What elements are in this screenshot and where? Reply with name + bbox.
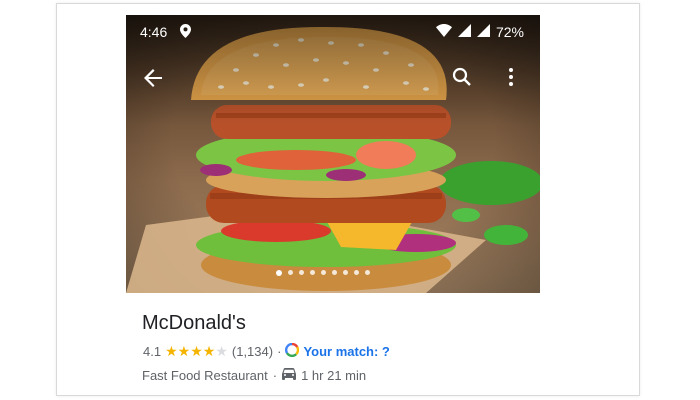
more-vert-icon[interactable] [508,67,514,92]
battery-text: 72% [495,24,524,40]
wifi-icon [435,24,452,40]
cellular-signal-icon [476,24,490,40]
rating-stars: ★★★★★ [165,343,228,360]
google-match-icon [285,342,300,360]
place-photo[interactable]: 4:46 72% [126,15,540,293]
car-icon [282,368,297,383]
star-icon: ★ [165,343,178,359]
drive-time: 1 hr 21 min [301,368,367,383]
rating-row[interactable]: 4.1 ★★★★★ (1,134) · Your match: ? [143,342,390,360]
separator: · [277,344,282,359]
cellular-signal-icon [457,24,471,40]
carousel-dot[interactable] [332,270,337,275]
carousel-dot[interactable] [343,270,348,275]
star-icon: ★ [177,343,191,359]
carousel-dot[interactable] [276,270,282,276]
carousel-dot[interactable] [299,270,304,275]
carousel-indicator [276,270,396,278]
carousel-dot[interactable] [354,270,359,275]
place-category: Fast Food Restaurant [142,368,268,383]
star-icon: ★ [215,343,228,359]
location-pin-icon [180,24,191,41]
star-icon: ★ [202,343,216,359]
your-match-link[interactable]: Your match: ? [303,344,389,359]
place-name: McDonald's [142,312,246,334]
carousel-dot[interactable] [288,270,293,275]
search-icon[interactable] [452,67,472,92]
separator: · [272,368,278,383]
carousel-dot[interactable] [365,270,370,275]
carousel-dot[interactable] [321,270,326,275]
carousel-dot[interactable] [310,270,315,275]
rating-value: 4.1 [143,344,162,359]
back-arrow-icon[interactable] [144,69,162,92]
category-row: Fast Food Restaurant · 1 hr 21 min [142,368,366,383]
system-icons: 72% [435,24,524,40]
star-icon: ★ [190,343,203,359]
review-count: (1,134) [231,344,274,359]
status-time: 4:46 [140,24,168,40]
status-bar: 4:46 72% [126,15,540,47]
